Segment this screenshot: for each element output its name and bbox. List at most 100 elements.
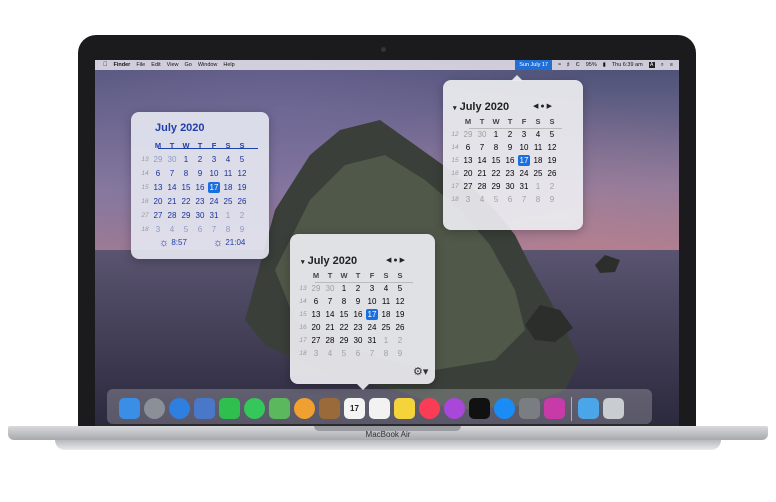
calendar-day[interactable]: 24: [207, 194, 221, 208]
preview-icon[interactable]: [194, 398, 215, 419]
calendar-day[interactable]: 3: [207, 152, 221, 166]
input-source-icon[interactable]: A: [648, 62, 655, 68]
calendar-day[interactable]: 12: [545, 141, 559, 154]
calendar-day[interactable]: 1: [531, 180, 545, 193]
calendar-day[interactable]: 5: [235, 152, 249, 166]
menubar-date-badge[interactable]: Sun July 17: [515, 60, 552, 70]
notes-icon[interactable]: [394, 398, 415, 419]
calendar-day[interactable]: 29: [489, 180, 503, 193]
calendar-day[interactable]: 4: [531, 128, 545, 141]
finder-icon[interactable]: [119, 398, 140, 419]
calendar-day[interactable]: 21: [165, 194, 179, 208]
calendar-day[interactable]: 16: [503, 154, 517, 167]
menu-finder[interactable]: Finder: [114, 62, 131, 68]
calendar-day[interactable]: 11: [531, 141, 545, 154]
calendar-day[interactable]: 23: [351, 321, 365, 334]
calendar-day[interactable]: 7: [323, 295, 337, 308]
calendar-day[interactable]: 18: [221, 180, 235, 194]
menu-edit[interactable]: Edit: [151, 62, 160, 68]
feedback-icon[interactable]: [544, 398, 565, 419]
calendar-day[interactable]: 11: [221, 166, 235, 180]
calendar-day[interactable]: 8: [337, 295, 351, 308]
calendar-day[interactable]: 14: [475, 154, 489, 167]
calendar-day[interactable]: 20: [309, 321, 323, 334]
calendar-day[interactable]: 6: [309, 295, 323, 308]
calendar-day[interactable]: 13: [461, 154, 475, 167]
battery-icon[interactable]: ▮: [603, 62, 606, 68]
wifi-icon[interactable]: ≈: [558, 62, 561, 68]
calendar-day[interactable]: 6: [461, 141, 475, 154]
calendar-day[interactable]: 4: [379, 282, 393, 295]
calendar-day[interactable]: 8: [179, 166, 193, 180]
safari-icon[interactable]: [169, 398, 190, 419]
calendar-day[interactable]: 6: [193, 222, 207, 236]
gear-icon[interactable]: ⚙▾: [413, 365, 428, 378]
calendar-day[interactable]: 2: [545, 180, 559, 193]
calendar-day[interactable]: 26: [393, 321, 407, 334]
calendar-day[interactable]: 2: [503, 128, 517, 141]
dock-popover-month-title[interactable]: ▾ July 2020: [301, 255, 357, 267]
calendar-day[interactable]: 29: [309, 282, 323, 295]
calendar-day[interactable]: 10: [207, 166, 221, 180]
calendar-day[interactable]: 22: [179, 194, 193, 208]
calendar-day[interactable]: 5: [545, 128, 559, 141]
calendar-day[interactable]: 25: [221, 194, 235, 208]
notebook-icon[interactable]: [319, 398, 340, 419]
calendar-day[interactable]: 15: [489, 154, 503, 167]
calendar-day[interactable]: 17: [365, 308, 379, 321]
calendar-day[interactable]: 19: [235, 180, 249, 194]
calendar-day[interactable]: 28: [165, 208, 179, 222]
calendar-day[interactable]: 12: [393, 295, 407, 308]
app-store-icon[interactable]: [494, 398, 515, 419]
control-center-icon[interactable]: ≡: [670, 62, 673, 68]
calendar-day[interactable]: 2: [351, 282, 365, 295]
calendar-day[interactable]: 29: [461, 128, 475, 141]
calendar-day[interactable]: 24: [517, 167, 531, 180]
calendar-day[interactable]: 21: [323, 321, 337, 334]
system-preferences-icon[interactable]: [519, 398, 540, 419]
trash-icon[interactable]: [603, 398, 624, 419]
messages-icon[interactable]: [244, 398, 265, 419]
menu-view[interactable]: View: [167, 62, 179, 68]
calendar-day[interactable]: 18: [379, 308, 393, 321]
calendar-day[interactable]: 10: [517, 141, 531, 154]
calendar-day[interactable]: 4: [165, 222, 179, 236]
calendar-day[interactable]: 25: [531, 167, 545, 180]
spotlight-icon[interactable]: ⌕: [661, 62, 664, 69]
calendar-day[interactable]: 8: [221, 222, 235, 236]
calendar-day[interactable]: 29: [337, 334, 351, 347]
calendar-day[interactable]: 30: [475, 128, 489, 141]
calendar-day[interactable]: 22: [337, 321, 351, 334]
calendar-day[interactable]: 1: [221, 208, 235, 222]
calendar-day[interactable]: 3: [309, 347, 323, 360]
calendar-day[interactable]: 4: [323, 347, 337, 360]
calendar-day[interactable]: 16: [193, 180, 207, 194]
calendar-day[interactable]: 13: [151, 180, 165, 194]
calendar-day[interactable]: 27: [309, 334, 323, 347]
calendar-day[interactable]: 15: [337, 308, 351, 321]
calendar-day[interactable]: 5: [179, 222, 193, 236]
calendar-day[interactable]: 30: [503, 180, 517, 193]
calendar-day[interactable]: 31: [517, 180, 531, 193]
calendar-day[interactable]: 1: [379, 334, 393, 347]
calendar-day[interactable]: 30: [165, 152, 179, 166]
tv-icon[interactable]: [469, 398, 490, 419]
calendar-day[interactable]: 23: [503, 167, 517, 180]
calendar-day[interactable]: 14: [323, 308, 337, 321]
calendar-day[interactable]: 15: [179, 180, 193, 194]
calendar-day[interactable]: 26: [545, 167, 559, 180]
photos-icon[interactable]: [294, 398, 315, 419]
calendar-day[interactable]: 6: [351, 347, 365, 360]
menu-go[interactable]: Go: [185, 62, 192, 68]
calendar-day[interactable]: 9: [545, 193, 559, 206]
bluetooth-icon[interactable]: Ͼ: [576, 62, 580, 68]
calendar-day[interactable]: 8: [489, 141, 503, 154]
calendar-day[interactable]: 29: [151, 152, 165, 166]
calendar-day[interactable]: 13: [309, 308, 323, 321]
facetime-icon[interactable]: [219, 398, 240, 419]
calendar-day[interactable]: 3: [151, 222, 165, 236]
calendar-day[interactable]: 1: [179, 152, 193, 166]
next-month-icon[interactable]: ▶: [400, 257, 407, 264]
menubar-clock[interactable]: Thu 6:39 am: [612, 62, 643, 68]
calendar-day[interactable]: 3: [365, 282, 379, 295]
